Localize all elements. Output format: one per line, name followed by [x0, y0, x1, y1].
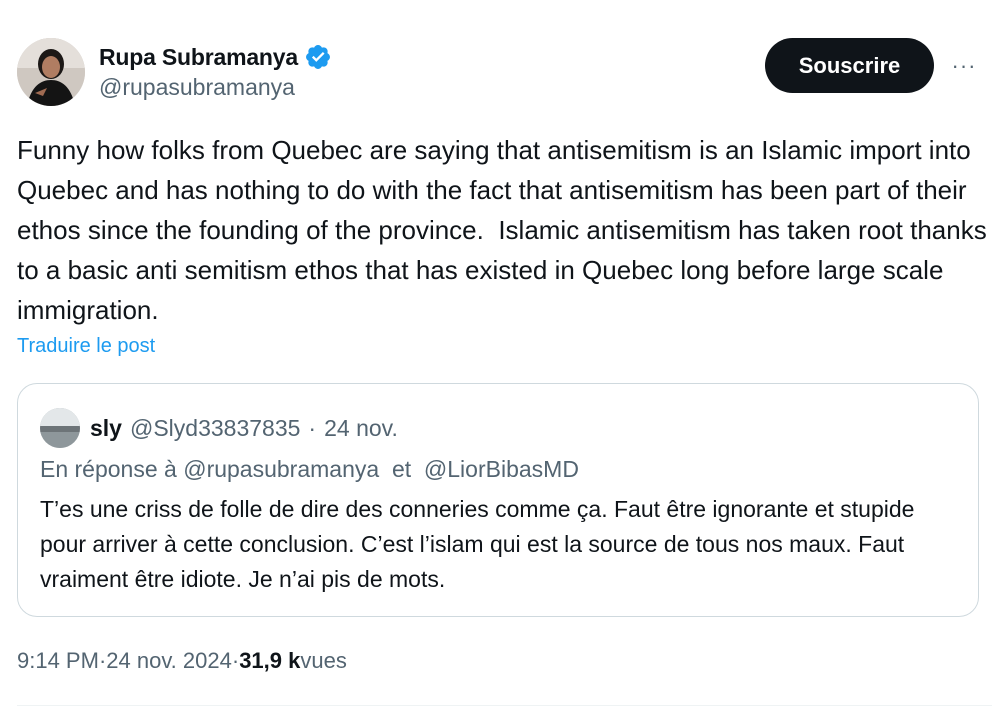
quoted-tweet[interactable]: sly @Slyd33837835 · 24 nov. En réponse à…	[17, 383, 979, 617]
author-name[interactable]: Rupa Subramanya	[99, 44, 298, 71]
more-options-icon[interactable]: ···	[946, 52, 982, 80]
views-count: 31,9 k	[239, 648, 301, 673]
reply-joiner: et	[391, 456, 412, 482]
author-avatar[interactable]	[17, 38, 85, 106]
reply-context: En réponse à @rupasubramanya et @LiorBib…	[40, 456, 579, 483]
author-info: Rupa Subramanya @rupasubramanya	[99, 40, 332, 101]
post-date[interactable]: 24 nov. 2024	[106, 648, 232, 674]
translate-post-link[interactable]: Traduire le post	[17, 335, 155, 358]
reply-prefix: En réponse à	[40, 456, 177, 482]
quoted-author-name: sly	[90, 414, 122, 441]
quoted-tweet-date: 24 nov.	[324, 414, 398, 441]
separator-dot: ·	[308, 414, 317, 441]
views-label: vues	[300, 648, 347, 673]
quoted-tweet-text: T’es une criss de folle de dire des conn…	[40, 496, 915, 592]
divider	[17, 705, 992, 706]
tweet: Rupa Subramanya @rupasubramanya Souscrir…	[0, 0, 1008, 708]
author-handle[interactable]: @rupasubramanya	[99, 74, 332, 101]
quoted-author-handle: @Slyd33837835	[129, 414, 301, 441]
post-meta: 9:14 PM · 24 nov. 2024 · 31,9 k vues	[17, 648, 347, 674]
separator-dot: ·	[98, 648, 107, 673]
subscribe-button[interactable]: Souscrire	[765, 38, 934, 93]
quoted-tweet-header: sly @Slyd33837835 · 24 nov.	[40, 408, 398, 448]
reply-mention-rupasubramanya[interactable]: @rupasubramanya	[183, 456, 379, 482]
verified-badge-icon[interactable]	[304, 43, 332, 71]
separator-dot: ·	[231, 648, 240, 673]
post-time[interactable]: 9:14 PM	[17, 648, 99, 674]
quoted-author-avatar	[40, 408, 80, 448]
post-text: Funny how folks from Quebec are saying t…	[17, 135, 994, 325]
reply-mention-liorbibasmd[interactable]: @LiorBibasMD	[424, 456, 579, 482]
